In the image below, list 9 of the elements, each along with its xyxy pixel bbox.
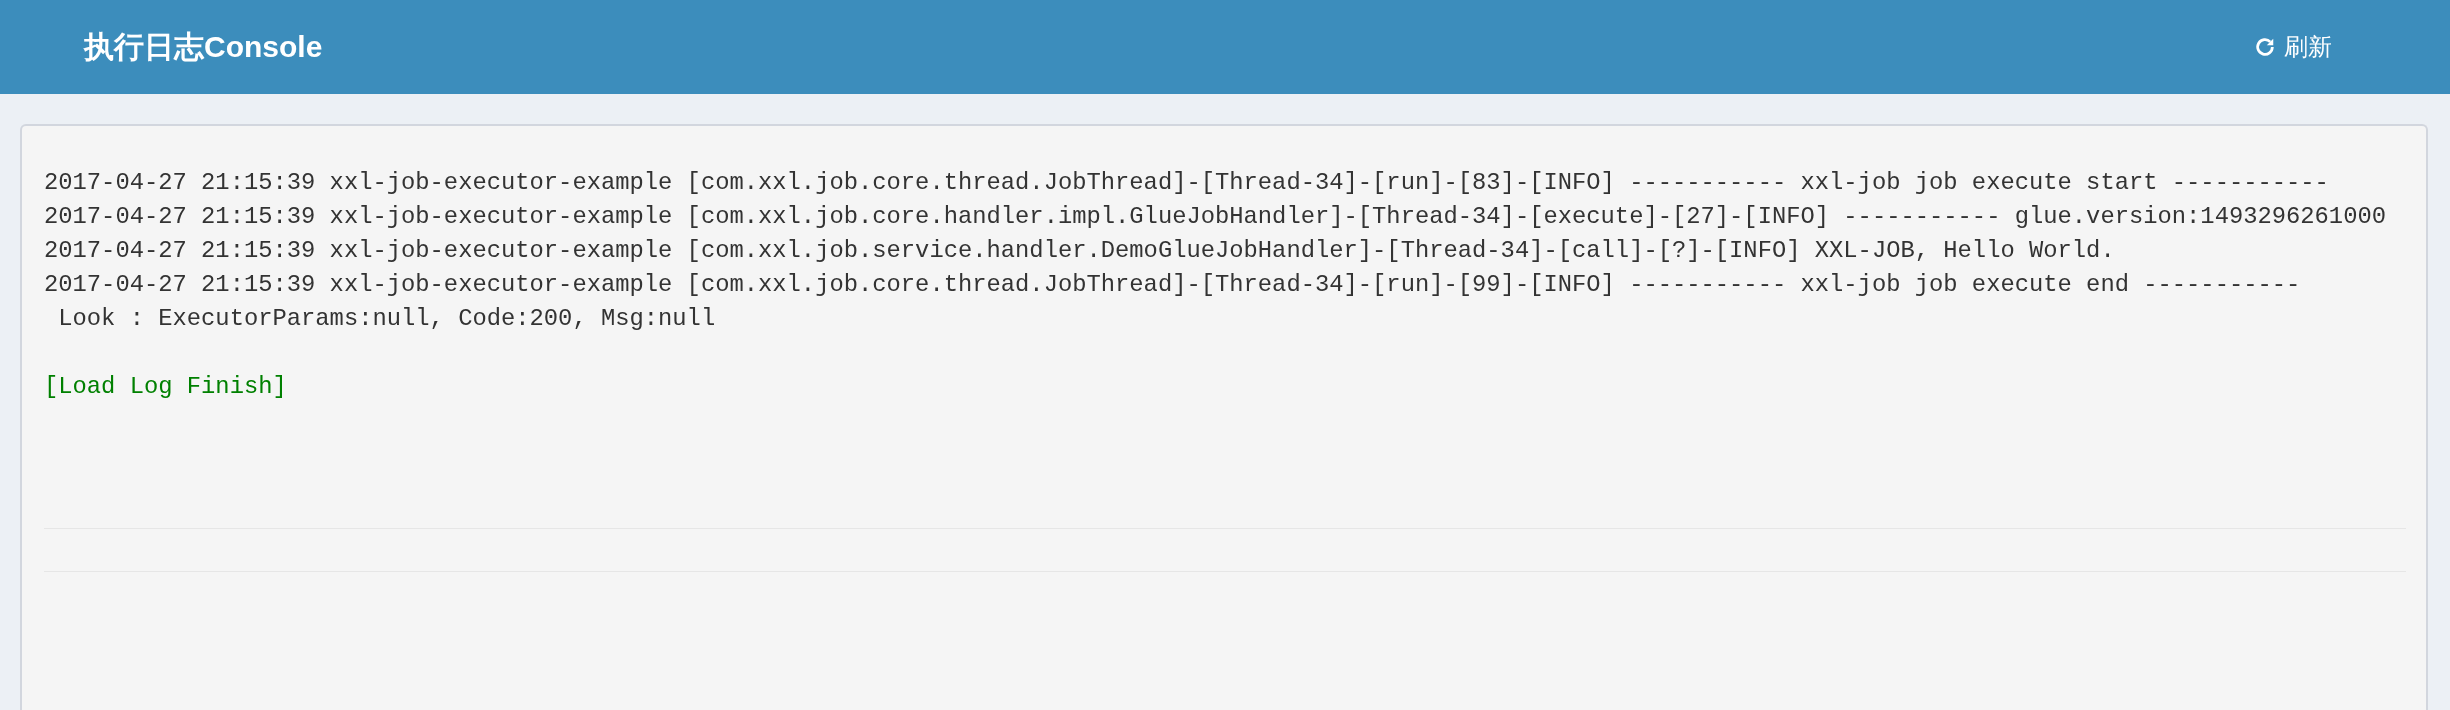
page-title: 执行日志Console: [84, 28, 323, 65]
log-line: 2017-04-27 21:15:39 xxl-job-executor-example [com.xxl.job.core.handler.impl.GlueJobHandler]-[Thread-34]-[execute]-[27]-[INFO] ----------- glue.version:1493296261000: [44, 202, 2387, 232]
log-line: 2017-04-27 21:15:39 xxl-job-executor-example [com.xxl.job.core.thread.JobThread]-[Thread-34]-[run]-[99]-[INFO] ----------- xxl-job job execute end -----------: [44, 270, 2302, 300]
refresh-button[interactable]: 刷新: [2246, 27, 2340, 67]
log-line: 2017-04-27 21:15:39 xxl-job-executor-example [com.xxl.job.core.thread.JobThread]-[Thread-34]-[run]-[83]-[INFO] ----------- xxl-job job execute start -----------: [44, 168, 2330, 198]
log-line: 2017-04-27 21:15:39 xxl-job-executor-example [com.xxl.job.service.handler.DemoGlueJobHandler]-[Thread-34]-[call]-[?]-[INFO] XXL-JOB, Hello World.: [44, 236, 2116, 266]
status-line: [Load Log Finish]: [44, 372, 288, 402]
log-line: Look : ExecutorParams:null, Code:200, Msg:null: [57, 304, 717, 334]
refresh-icon: [2254, 36, 2276, 58]
